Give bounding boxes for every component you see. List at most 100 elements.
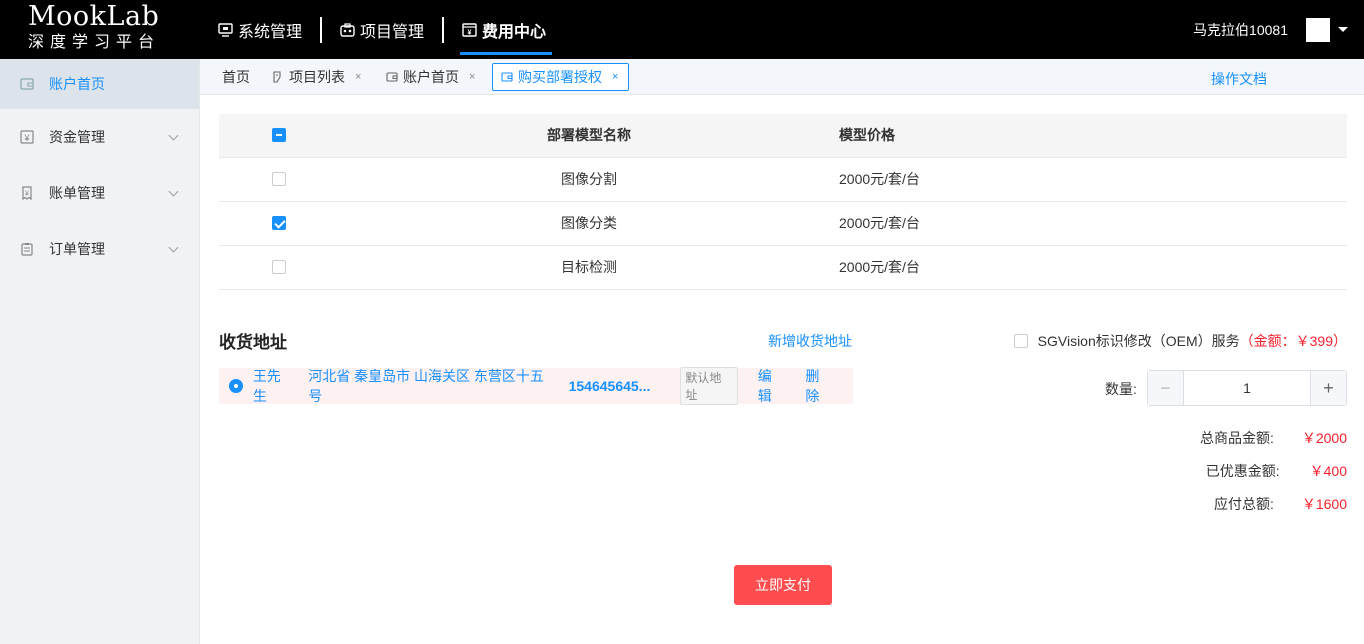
topnav-billing-center[interactable]: ¥ 费用中心 — [460, 0, 553, 59]
tab-account-home[interactable]: 账户首页 × — [386, 63, 475, 91]
increase-button[interactable]: + — [1310, 371, 1346, 405]
topnav-label: 费用中心 — [482, 23, 547, 41]
fund-icon: ¥ — [20, 130, 34, 144]
discount-amount-row: 已优惠金额: ￥400 — [1206, 461, 1347, 481]
model-table: 部署模型名称 模型价格 图像分割 2000元/套/台 图像分类 2000元/套/… — [219, 114, 1347, 290]
table-row: 图像分类 2000元/套/台 — [219, 201, 1347, 246]
tab-label: 购买部署授权 — [518, 69, 602, 85]
close-icon[interactable]: × — [612, 71, 618, 83]
column-header-model-price: 模型价格 — [839, 114, 1347, 158]
model-price: 2000元/套/台 — [839, 201, 1347, 246]
select-all-cell — [219, 114, 339, 158]
tag-icon — [273, 71, 281, 83]
model-price: 2000元/套/台 — [839, 157, 1347, 202]
discount-amount-value: ￥400 — [1309, 463, 1347, 479]
oem-label: SGVision标识修改（OEM）服务 — [1037, 333, 1240, 349]
close-icon[interactable]: × — [355, 71, 361, 83]
chevron-down-icon[interactable] — [1338, 27, 1348, 32]
topnav-label: 项目管理 — [360, 23, 425, 41]
order-icon — [21, 243, 33, 256]
default-address-badge: 默认地址 — [680, 367, 738, 405]
chevron-down-icon — [168, 242, 179, 253]
sidebar: 账户首页 ¥ 资金管理 ¥ 账单管理 订单管理 — [0, 59, 200, 644]
tab-label: 首页 — [222, 69, 250, 85]
table-row: 目标检测 2000元/套/台 — [219, 245, 1347, 290]
sidebar-item-account-home[interactable]: 账户首页 — [0, 59, 199, 109]
top-bar: MookLab 深度学习平台 系统管理 项目管理 ¥ 费用中心 马克拉伯1008… — [0, 0, 1364, 59]
quantity-input[interactable]: 1 — [1184, 371, 1310, 405]
row-checkbox[interactable] — [272, 260, 286, 274]
wallet-icon — [20, 78, 34, 90]
row-checkbox[interactable] — [272, 216, 286, 230]
delete-address-link[interactable]: 删除 — [805, 366, 833, 406]
model-price: 2000元/套/台 — [839, 245, 1347, 290]
wallet-icon — [386, 72, 398, 82]
tab-project-list[interactable]: 项目列表 × — [272, 63, 361, 91]
sidebar-item-order-management[interactable]: 订单管理 — [0, 221, 199, 277]
sidebar-item-label: 账单管理 — [49, 185, 105, 201]
user-menu[interactable]: 马克拉伯10081 — [1193, 0, 1364, 59]
address-section-title: 收货地址 — [219, 333, 287, 352]
address-recipient: 王先生 — [252, 368, 281, 404]
oem-service-option[interactable]: SGVision标识修改（OEM）服务 （金额：￥399） — [1013, 331, 1347, 351]
top-nav: 系统管理 项目管理 ¥ 费用中心 — [218, 0, 553, 59]
bill-icon: ¥ — [22, 186, 32, 200]
sidebar-item-fund-management[interactable]: ¥ 资金管理 — [0, 109, 199, 165]
payable-amount-row: 应付总额: ￥1600 — [1214, 494, 1347, 514]
oem-price: （金额：￥399） — [1239, 333, 1347, 349]
total-amount-row: 总商品金额: ￥2000 — [1200, 428, 1347, 448]
tab-home[interactable]: 首页 — [222, 63, 250, 91]
topnav-project-management[interactable]: 项目管理 — [340, 0, 424, 59]
address-text: 河北省 秦皇岛市 山海关区 东营区十五号 — [308, 368, 544, 404]
main-content: 部署模型名称 模型价格 图像分割 2000元/套/台 图像分类 2000元/套/… — [200, 95, 1364, 644]
quantity-label: 数量: — [1105, 381, 1137, 397]
decrease-button[interactable]: − — [1148, 371, 1184, 405]
svg-text:¥: ¥ — [25, 191, 29, 198]
address-radio[interactable] — [229, 379, 243, 393]
tab-purchase-deploy-license[interactable]: 购买部署授权 × — [492, 63, 630, 91]
address-phone: 154645645... — [568, 378, 651, 394]
brand-subtitle: 深度学习平台 — [28, 34, 161, 51]
oem-checkbox[interactable] — [1013, 334, 1028, 348]
chevron-down-icon — [168, 130, 179, 141]
payable-amount-label: 应付总额: — [1213, 496, 1274, 512]
topnav-label: 系统管理 — [238, 23, 303, 41]
wallet-icon — [501, 72, 513, 82]
payable-amount-value: ￥1600 — [1301, 496, 1347, 512]
total-amount-value: ￥2000 — [1301, 430, 1347, 446]
topnav-divider — [320, 16, 323, 43]
project-icon — [340, 22, 355, 37]
chevron-down-icon — [168, 186, 179, 197]
edit-address-link[interactable]: 编辑 — [758, 366, 786, 406]
model-name: 目标检测 — [339, 245, 839, 290]
sidebar-item-label: 账户首页 — [49, 76, 105, 92]
pay-now-button[interactable]: 立即支付 — [734, 565, 832, 605]
row-checkbox[interactable] — [272, 172, 286, 186]
docs-link[interactable]: 操作文档 — [1211, 69, 1267, 89]
svg-text:¥: ¥ — [23, 133, 30, 143]
tab-label: 项目列表 — [289, 69, 345, 85]
total-amount-label: 总商品金额: — [1199, 430, 1274, 446]
close-icon[interactable]: × — [469, 71, 475, 83]
monitor-icon — [218, 22, 233, 37]
column-header-model-name: 部署模型名称 — [339, 114, 839, 158]
billing-icon: ¥ — [462, 22, 477, 37]
quantity-stepper[interactable]: − 1 + — [1147, 370, 1347, 406]
brand-name: MookLab — [28, 1, 160, 32]
user-name: 马克拉伯10081 — [1193, 21, 1288, 38]
model-name: 图像分类 — [339, 201, 839, 246]
sidebar-item-bill-management[interactable]: ¥ 账单管理 — [0, 165, 199, 221]
topnav-system-management[interactable]: 系统管理 — [218, 0, 302, 59]
address-item[interactable]: 王先生 河北省 秦皇岛市 山海关区 东营区十五号 154645645... 默认… — [219, 366, 853, 406]
table-row: 图像分割 2000元/套/台 — [219, 157, 1347, 202]
brand-logo[interactable]: MookLab 深度学习平台 — [28, 1, 178, 56]
avatar[interactable] — [1306, 17, 1330, 42]
add-address-link[interactable]: 新增收货地址 — [768, 331, 852, 351]
select-all-checkbox[interactable] — [272, 128, 286, 143]
svg-text:¥: ¥ — [468, 29, 472, 36]
tab-label: 账户首页 — [403, 69, 459, 85]
sidebar-item-label: 订单管理 — [49, 241, 105, 257]
table-header-row: 部署模型名称 模型价格 — [219, 114, 1347, 158]
tab-bar: 首页 项目列表 × 账户首页 × 购买部署授权 × 操作文档 — [200, 59, 1364, 95]
topnav-divider — [442, 16, 445, 43]
